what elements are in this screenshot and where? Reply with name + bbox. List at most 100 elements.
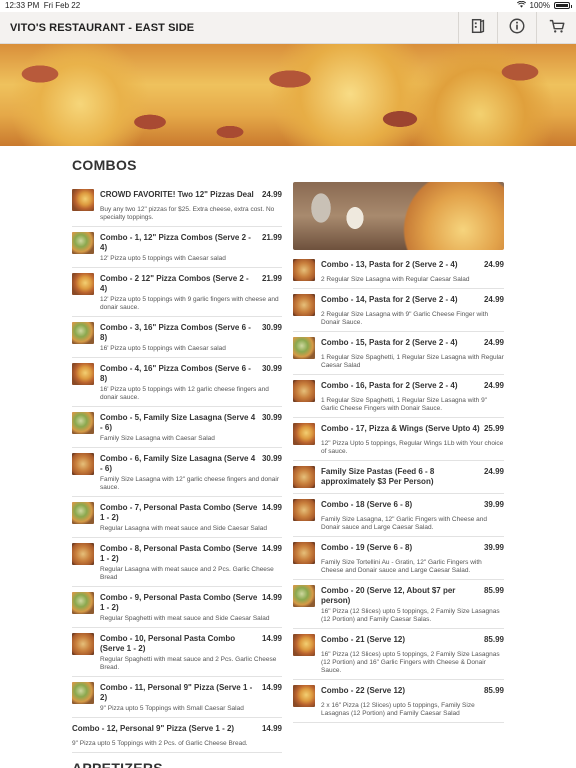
combos-right-column: Combo - 13, Pasta for 2 (Serve 2 - 4) 24.… xyxy=(293,182,504,723)
menu-item-thumbnail xyxy=(293,423,315,445)
menu-item[interactable]: Combo - 15, Pasta for 2 (Serve 2 - 4) 24.… xyxy=(293,332,504,375)
menu-item[interactable]: Combo - 12, Personal 9" Pizza (Serve 1 -… xyxy=(72,718,282,753)
menu-item-thumbnail xyxy=(72,453,94,475)
menu-item-name: Combo - 15, Pasta for 2 (Serve 2 - 4) xyxy=(321,338,458,347)
menu-item-thumbnail xyxy=(293,685,315,707)
menu-item-price: 39.99 xyxy=(483,500,504,509)
menu-item[interactable]: Combo - 21 (Serve 12) 85.99 16" Pizza (12 … xyxy=(293,629,504,680)
menu-item[interactable]: Combo - 3, 16" Pizza Combos (Serve 6 - 8… xyxy=(72,317,282,358)
menu-item[interactable]: Combo - 16, Pasta for 2 (Serve 2 - 4) 24.… xyxy=(293,375,504,418)
menu-item[interactable]: Combo - 18 (Serve 6 - 8) 39.99 Family Size… xyxy=(293,494,504,537)
menu-item-price: 30.99 xyxy=(261,323,282,332)
menu-item-header: Combo - 21 (Serve 12) 85.99 xyxy=(293,633,504,649)
combo-feature-image xyxy=(293,182,504,250)
menu-item-header: Combo - 19 (Serve 6 - 8) 39.99 xyxy=(293,541,504,557)
menu-item-description: Family Size Lasagna, 12" Garlic Fingers … xyxy=(321,516,487,531)
menu-item-description: 2 x 16" Pizza (12 Slices) upto 5 topping… xyxy=(321,702,475,717)
menu-item-header: Combo - 22 (Serve 12) 85.99 xyxy=(293,684,504,700)
menu-item-name: Combo - 7, Personal Pasta Combo (Serve 1… xyxy=(100,503,258,522)
menu-item-name: Combo - 16, Pasta for 2 (Serve 2 - 4) xyxy=(321,381,458,390)
menu-item-thumbnail xyxy=(293,294,315,316)
menu-item-header: Combo - 20 (Serve 12, About $7 per perso… xyxy=(293,584,504,606)
status-time: 12:33 PM xyxy=(5,1,40,10)
menu-item[interactable]: CROWD FAVORITE! Two 12" Pizzas Deal 24.99… xyxy=(72,184,282,227)
menu-item-name: Combo - 6, Family Size Lasagna (Serve 4 … xyxy=(100,454,256,473)
menu-item-name: Combo - 10, Personal Pasta Combo (Serve … xyxy=(100,634,236,653)
menu-item-price: 85.99 xyxy=(483,586,504,595)
menu-item-description: Regular Spaghetti with meat sauce and 2 … xyxy=(100,656,277,671)
menu-item-description: Family Size Lasagna with 12" garlic chee… xyxy=(100,476,279,491)
menu-item-thumbnail xyxy=(72,592,94,614)
menu-item[interactable]: Combo - 9, Personal Pasta Combo (Serve 1… xyxy=(72,587,282,628)
menu-item-header: Combo - 3, 16" Pizza Combos (Serve 6 - 8… xyxy=(72,321,282,343)
info-button[interactable] xyxy=(497,12,535,44)
menu-item-header: Combo - 14, Pasta for 2 (Serve 2 - 4) 24.… xyxy=(293,293,504,309)
store-button[interactable] xyxy=(458,12,496,44)
menu-item[interactable]: Combo - 13, Pasta for 2 (Serve 2 - 4) 24.… xyxy=(293,254,504,289)
menu-item[interactable]: Family Size Pastas (Feed 6 - 8 approxima… xyxy=(293,461,504,494)
menu-item-thumbnail xyxy=(72,502,94,524)
section-title-appetizers: APPETIZERS xyxy=(72,760,163,768)
menu-item-header: CROWD FAVORITE! Two 12" Pizzas Deal 24.99 xyxy=(72,188,282,204)
menu-item-price: 14.99 xyxy=(261,634,282,643)
menu-item[interactable]: Combo - 19 (Serve 6 - 8) 39.99 Family Size… xyxy=(293,537,504,580)
menu-item-thumbnail xyxy=(72,412,94,434)
status-time-date: 12:33 PM Fri Feb 22 xyxy=(5,1,80,10)
menu-item-header: Combo - 4, 16" Pizza Combos (Serve 6 - 8… xyxy=(72,362,282,384)
menu-item[interactable]: Combo - 4, 16" Pizza Combos (Serve 6 - 8… xyxy=(72,358,282,407)
menu-item-price: 25.99 xyxy=(483,424,504,433)
menu-item-price: 85.99 xyxy=(483,686,504,695)
menu-item-description: Buy any two 12" pizzas for $25. Extra ch… xyxy=(100,206,275,221)
menu-item-header: Combo - 9, Personal Pasta Combo (Serve 1… xyxy=(72,591,282,613)
menu-item-header: Combo - 12, Personal 9" Pizza (Serve 1 -… xyxy=(72,722,282,738)
menu-item-price: 14.99 xyxy=(261,503,282,512)
cart-button[interactable] xyxy=(536,12,576,44)
menu-item-header: Combo - 13, Pasta for 2 (Serve 2 - 4) 24.… xyxy=(293,258,504,274)
menu-item-thumbnail xyxy=(293,380,315,402)
menu-item[interactable]: Combo - 14, Pasta for 2 (Serve 2 - 4) 24.… xyxy=(293,289,504,332)
menu-item[interactable]: Combo - 6, Family Size Lasagna (Serve 4 … xyxy=(72,448,282,497)
menu-item-price: 30.99 xyxy=(261,364,282,373)
menu-item-description: 1 Regular Size Spaghetti, 1 Regular Size… xyxy=(321,397,487,412)
menu-item-name: Combo - 17, Pizza & Wings (Serve Upto 4) xyxy=(321,424,480,433)
menu-item-thumbnail xyxy=(293,499,315,521)
menu-item-name: Combo - 11, Personal 9" Pizza (Serve 1 -… xyxy=(100,683,253,702)
menu-item-header: Combo - 15, Pasta for 2 (Serve 2 - 4) 24.… xyxy=(293,336,504,352)
menu-item[interactable]: Combo - 5, Family Size Lasagna (Serve 4 … xyxy=(72,407,282,448)
menu-item-thumbnail xyxy=(293,585,315,607)
menu-item-thumbnail xyxy=(293,466,315,488)
menu-item[interactable]: Combo - 17, Pizza & Wings (Serve Upto 4)… xyxy=(293,418,504,461)
combos-left-column: CROWD FAVORITE! Two 12" Pizzas Deal 24.99… xyxy=(72,184,282,753)
menu-item[interactable]: Combo - 22 (Serve 12) 85.99 2 x 16" Pizza … xyxy=(293,680,504,723)
menu-item[interactable]: Combo - 8, Personal Pasta Combo (Serve 1… xyxy=(72,538,282,587)
menu-item-price: 24.99 xyxy=(483,338,504,347)
status-date: Fri Feb 22 xyxy=(43,1,81,10)
menu-item-header: Combo - 8, Personal Pasta Combo (Serve 1… xyxy=(72,542,282,564)
menu-item-description: 12" Pizza Upto 5 toppings, Regular Wings… xyxy=(321,440,504,455)
menu-item[interactable]: Combo - 2 12" Pizza Combos (Serve 2 - 4)… xyxy=(72,268,282,317)
nav-bar: VITO'S RESTAURANT - EAST SIDE xyxy=(0,12,576,44)
menu-item-thumbnail xyxy=(72,363,94,385)
menu-item-thumbnail xyxy=(72,232,94,254)
menu-item-price: 21.99 xyxy=(261,233,282,242)
menu-item-thumbnail xyxy=(72,543,94,565)
menu-item-price: 39.99 xyxy=(483,543,504,552)
menu-item-price: 30.99 xyxy=(261,413,282,422)
menu-item-name: Combo - 3, 16" Pizza Combos (Serve 6 - 8… xyxy=(100,323,251,342)
menu-item-name: Combo - 12, Personal 9" Pizza (Serve 1 -… xyxy=(72,724,235,733)
info-icon xyxy=(508,17,526,40)
menu-item-description: 16' Pizza upto 5 toppings with Caesar sa… xyxy=(100,345,226,352)
menu-item-price: 24.99 xyxy=(483,467,504,476)
menu-item[interactable]: Combo - 20 (Serve 12, About $7 per perso… xyxy=(293,580,504,629)
menu-item-price: 30.99 xyxy=(261,454,282,463)
menu-item[interactable]: Combo - 1, 12" Pizza Combos (Serve 2 - 4… xyxy=(72,227,282,268)
menu-item[interactable]: Combo - 10, Personal Pasta Combo (Serve … xyxy=(72,628,282,677)
menu-item-description: 9" Pizza upto 5 Toppings with 2 Pcs. of … xyxy=(72,740,248,747)
menu-item-price: 14.99 xyxy=(261,593,282,602)
status-right: 100% xyxy=(516,0,572,10)
cart-icon xyxy=(548,17,566,40)
menu-item[interactable]: Combo - 7, Personal Pasta Combo (Serve 1… xyxy=(72,497,282,538)
menu-item[interactable]: Combo - 11, Personal 9" Pizza (Serve 1 -… xyxy=(72,677,282,718)
wifi-icon xyxy=(516,0,526,10)
menu-item-thumbnail xyxy=(72,682,94,704)
